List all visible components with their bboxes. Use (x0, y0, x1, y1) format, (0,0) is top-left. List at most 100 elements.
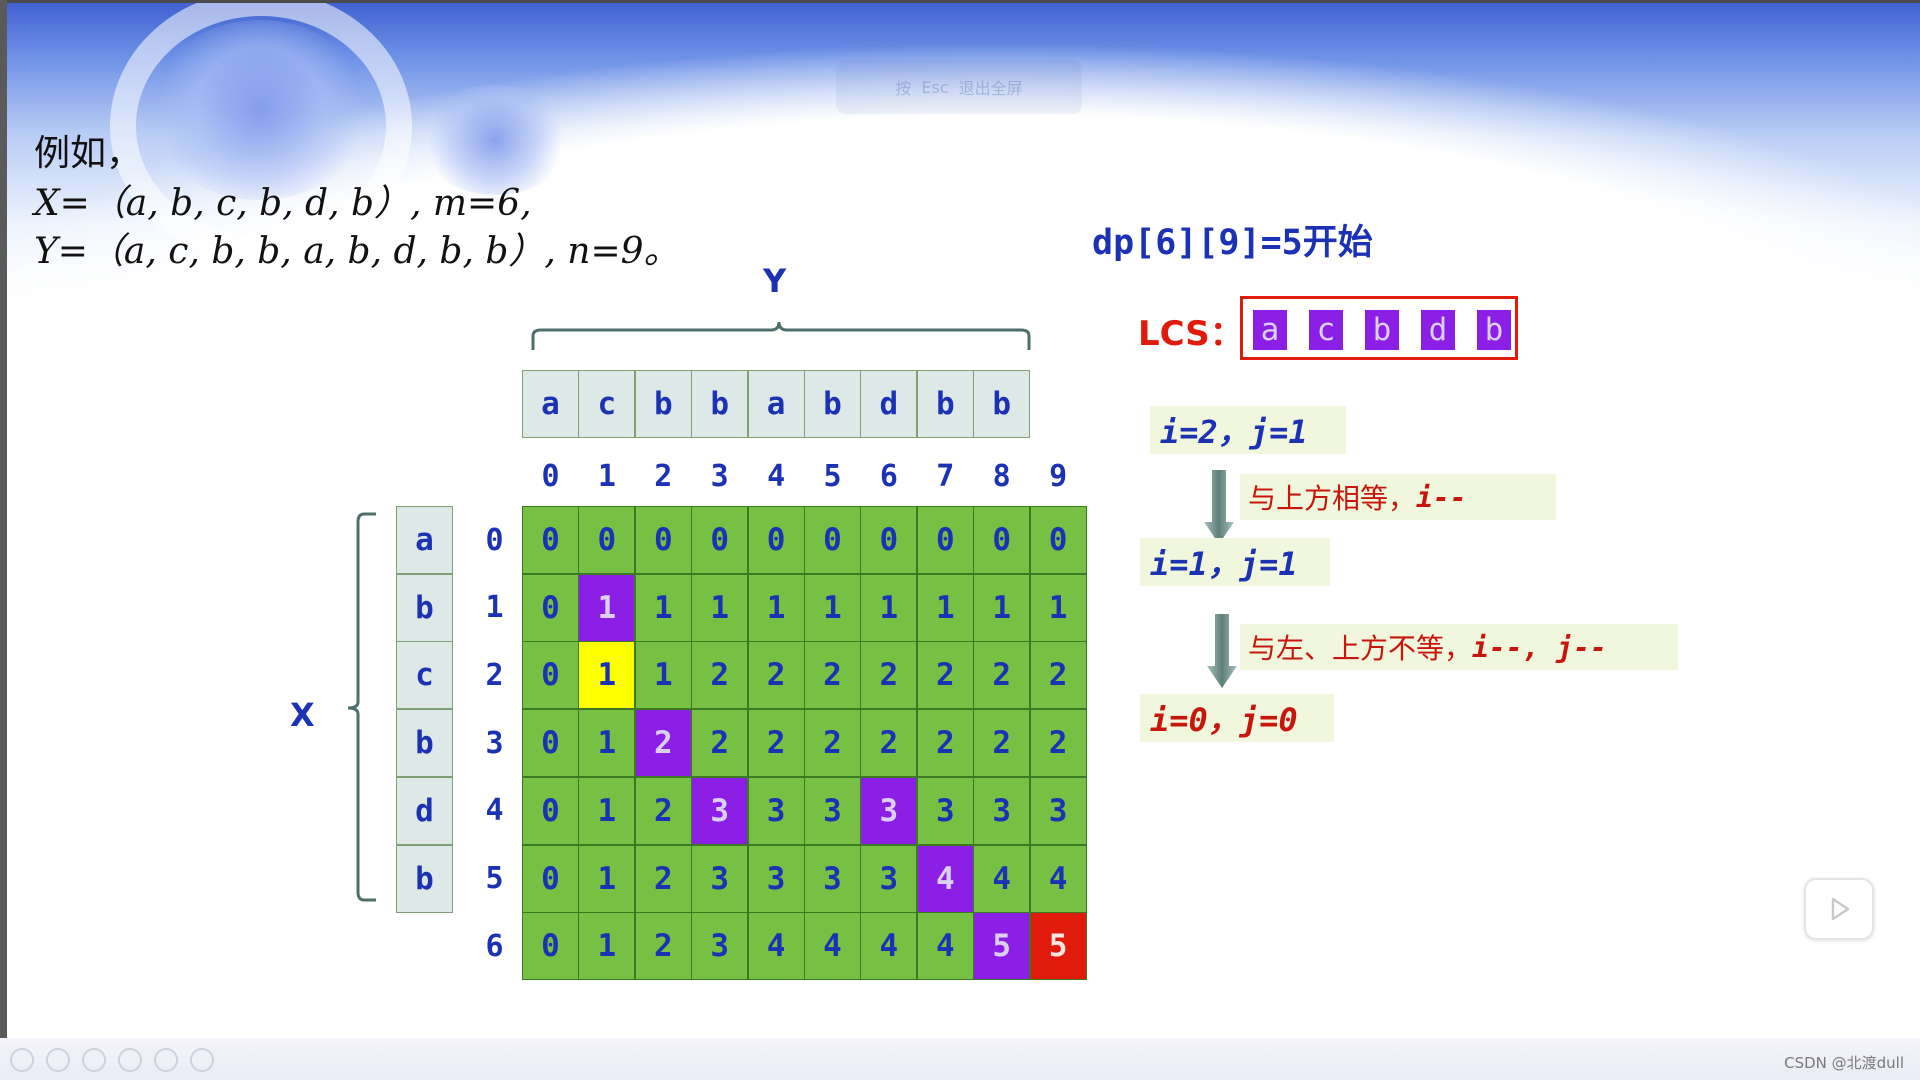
dp-cell: 2 (804, 641, 861, 710)
dp-cell: 2 (634, 912, 692, 981)
dp-cell: 1 (578, 776, 636, 845)
y-seq-cell: b (804, 370, 861, 438)
dp-cell: 0 (522, 573, 579, 642)
dp-cell: 0 (691, 506, 749, 574)
note-equal-above-op: i-- (1416, 480, 1467, 514)
note-not-equal: 与左、上方不等， i--, j-- (1240, 624, 1678, 670)
dp-cell: 1 (634, 573, 692, 642)
y-seq-cell: b (973, 370, 1031, 438)
dp-cell: 1 (578, 912, 636, 981)
dp-cell: 0 (578, 506, 636, 574)
dp-cell: 1 (578, 709, 636, 778)
dp-cell: 2 (973, 709, 1031, 778)
dp-cell: 0 (747, 506, 805, 574)
dp-cell: 1 (804, 573, 861, 642)
column-index: 4 (767, 458, 786, 494)
dp-cell: 3 (973, 776, 1031, 845)
dp-cell: 2 (860, 709, 918, 778)
more-options-icon[interactable] (190, 1048, 214, 1072)
dp-cell: 1 (747, 573, 805, 642)
dp-cell: 0 (634, 506, 692, 574)
column-index: 5 (823, 458, 842, 494)
dp-cell: 0 (1029, 506, 1087, 574)
next-slide-icon[interactable] (46, 1048, 70, 1072)
y-axis-label: Y (763, 262, 787, 300)
dp-cell: 4 (747, 912, 805, 981)
column-index: 6 (879, 458, 898, 494)
y-seq-cell: c (578, 370, 636, 438)
dp-cell: 2 (634, 844, 692, 913)
y-seq-cell: b (634, 370, 692, 438)
dp-cell: 0 (916, 506, 974, 574)
slide-grid-icon[interactable] (118, 1048, 142, 1072)
fullscreen-hint-key: Esc (921, 77, 949, 97)
x-seq-cell: b (396, 709, 453, 778)
y-seq-cell: a (522, 370, 579, 438)
prev-slide-icon[interactable] (10, 1048, 34, 1072)
row-index: 6 (485, 928, 504, 964)
dp-cell: 3 (1029, 776, 1087, 845)
dp-cell: 3 (860, 844, 918, 913)
dp-cell: 5 (1029, 912, 1087, 981)
dp-cell: 0 (522, 641, 579, 710)
column-index: 1 (597, 458, 616, 494)
x-seq-cell: b (396, 573, 453, 642)
dp-cell: 2 (1029, 641, 1087, 710)
dp-start-expression: dp[6][9]=5 (1092, 223, 1303, 263)
y-seq-cell: d (860, 370, 918, 438)
dp-cell: 3 (747, 844, 805, 913)
x-seq-cell: c (396, 641, 453, 710)
dp-cell: 0 (522, 709, 579, 778)
play-button[interactable] (1804, 878, 1874, 940)
dp-cell: 3 (916, 776, 974, 845)
statement-title: 例如， (34, 133, 143, 174)
dp-cell: 4 (973, 844, 1031, 913)
dp-cell: 1 (634, 641, 692, 710)
dp-cell: 2 (1029, 709, 1087, 778)
dp-cell: 0 (522, 776, 579, 845)
note-not-equal-text: 与左、上方不等， (1248, 632, 1473, 665)
lcs-char: c (1309, 310, 1343, 350)
statement-y-sequence: Y=（a, c, b, b, a, b, d, b, b）, n=9。 (34, 231, 680, 272)
arrow-down-icon (1204, 470, 1234, 544)
dp-cell: 3 (691, 776, 749, 845)
row-index: 5 (485, 861, 504, 896)
presentation-toolbar (0, 1038, 1920, 1080)
row-index: 2 (485, 657, 504, 693)
dp-cell: 3 (804, 776, 861, 845)
x-brace-icon (347, 512, 376, 902)
lcs-result-box: acbdb (1240, 296, 1518, 360)
watermark: CSDN @北渡dull (1784, 1054, 1904, 1072)
column-index: 2 (654, 458, 673, 494)
dp-cell: 1 (578, 844, 636, 913)
row-index: 1 (485, 590, 504, 626)
slide: 按 Esc 退出全屏 例如， X=（a, b, c, b, d, b）, m=6… (0, 0, 1920, 1080)
dp-start-suffix: 开始 (1302, 222, 1373, 263)
column-index: 0 (541, 458, 560, 494)
zoom-icon[interactable] (154, 1048, 178, 1072)
step-state-2: i=1，j=1 (1140, 538, 1330, 586)
row-index: 0 (485, 522, 504, 558)
arrow-down-icon (1207, 614, 1237, 688)
fullscreen-hint-press: 按 (895, 79, 912, 98)
dp-cell: 3 (804, 844, 861, 913)
column-index: 9 (1049, 458, 1068, 494)
dp-cell: 1 (578, 573, 636, 642)
x-seq-cell: d (396, 776, 453, 845)
lcs-char: b (1365, 310, 1399, 350)
dp-cell: 2 (916, 709, 974, 778)
dp-cell: 4 (860, 912, 918, 981)
column-index: 7 (936, 458, 955, 494)
pen-icon[interactable] (82, 1048, 106, 1072)
dp-cell: 4 (1029, 844, 1087, 913)
dp-cell: 2 (691, 641, 749, 710)
y-seq-cell: b (916, 370, 974, 438)
play-icon (1831, 897, 1850, 921)
dp-cell: 3 (691, 844, 749, 913)
dp-cell: 0 (522, 912, 579, 981)
y-seq-cell: a (747, 370, 805, 438)
y-seq-cell: b (691, 370, 749, 438)
dp-cell: 0 (522, 844, 579, 913)
lcs-char: b (1477, 310, 1511, 350)
dp-cell: 4 (804, 912, 861, 981)
